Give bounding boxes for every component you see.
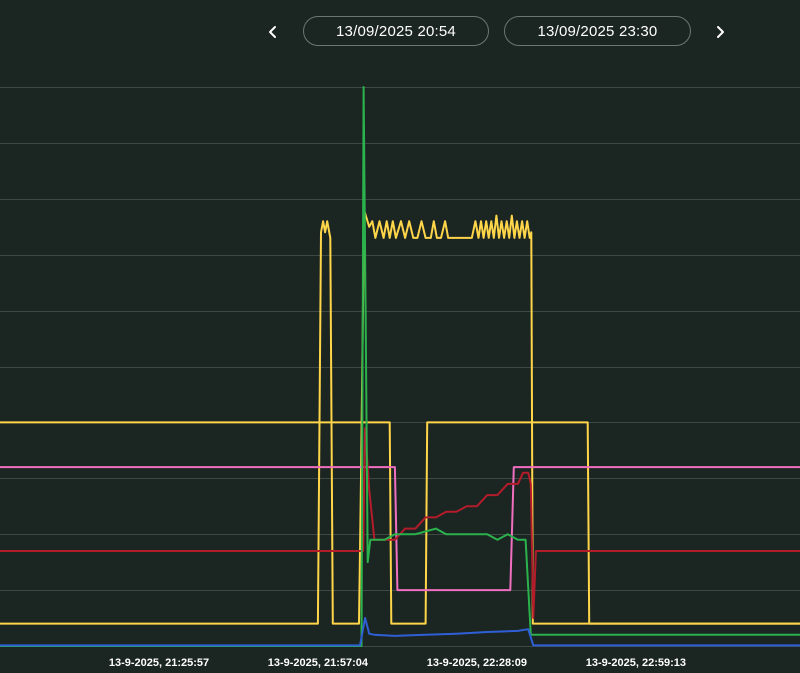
series-line-3 [0,466,800,592]
series-line-2 [0,209,800,625]
series-line-6 [0,617,800,647]
x-tick-label: 13-9-2025, 21:57:04 [268,657,369,669]
x-tick-label: 13-9-2025, 22:28:09 [427,657,527,669]
grid-lines [0,87,800,647]
line-chart: 13-9-2025, 21:25:57 13-9-2025, 21:57:04 13… [0,86,800,669]
series-line-5 [0,86,800,647]
x-axis-ticks: 13-9-2025, 21:25:57 13-9-2025, 21:57:04 13… [109,657,686,669]
series-lines [0,86,800,647]
x-tick-label: 13-9-2025, 21:25:57 [109,657,209,669]
x-tick-label: 13-9-2025, 22:59:13 [586,657,686,669]
series-line-1 [0,421,800,625]
